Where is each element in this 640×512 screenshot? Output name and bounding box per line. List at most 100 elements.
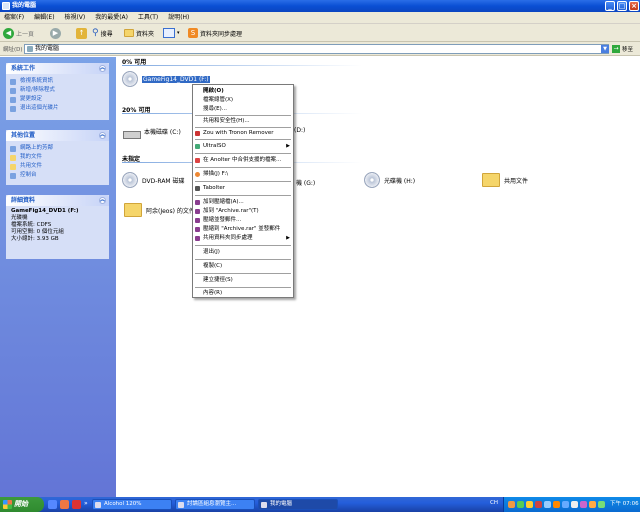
details-fs: 檔案系統: CDFS (11, 222, 52, 228)
drive-g-item[interactable]: 機 (G:) (296, 178, 315, 187)
language-indicator[interactable]: CH (490, 500, 498, 506)
browser-icon (178, 502, 184, 508)
menu-item-compress-rar-email[interactable]: 壓縮到 "Archive.rar" 並發郵件 (193, 225, 293, 234)
menu-view[interactable]: 檢視(V) (60, 12, 89, 24)
start-button[interactable]: 開始 (0, 497, 44, 512)
my-documents-link[interactable]: 我的文件 (6, 153, 109, 162)
shared-documents-item[interactable]: 共用文件 (482, 173, 528, 187)
change-settings-link[interactable]: 變更設定 (6, 95, 109, 104)
programs-icon (10, 88, 16, 94)
menu-item-open[interactable]: 開啟(O) (193, 87, 293, 96)
other-places-panel: 其他位置 ︽ 網路上的芳鄰 我的文件 共用文件 控制台 (6, 130, 109, 185)
submenu-arrow-icon: ▶ (286, 235, 290, 241)
menu-help[interactable]: 說明(H) (164, 12, 193, 24)
menu-item-remover[interactable]: Zou with Tronon Remover (193, 129, 293, 138)
archive-icon (195, 218, 200, 223)
view-system-info-link[interactable]: 檢視系統資訊 (6, 77, 109, 86)
close-button[interactable]: × (629, 1, 639, 11)
menu-item-scan[interactable]: 掃描(J) F:\ (193, 170, 293, 179)
forward-button[interactable]: ▶ (50, 26, 61, 40)
chevron-down-icon: ▾ (177, 30, 180, 36)
chevron-right-icon[interactable]: » (84, 500, 88, 507)
menu-item-add-archive-rar[interactable]: 加到 "Archive.rar"(T) (193, 207, 293, 216)
minimize-button[interactable]: _ (605, 1, 615, 11)
system-tray: 下午 07:06 (503, 497, 640, 512)
task-my-computer[interactable]: 我的電腦 (258, 499, 338, 510)
up-arrow-icon: ↑ (76, 27, 87, 39)
panel-header[interactable]: 詳細資料 ︽ (6, 195, 109, 206)
tray-icon[interactable] (526, 501, 533, 508)
menu-edit[interactable]: 編輯(E) (30, 12, 58, 24)
menu-item-create-shortcut[interactable]: 建立捷徑(S) (193, 276, 293, 285)
back-button[interactable]: ◀ 上一頁 (3, 26, 34, 40)
tray-icon[interactable] (598, 501, 605, 508)
tray-icon[interactable] (589, 501, 596, 508)
address-input[interactable]: 我的電腦 (24, 44, 609, 54)
address-dropdown[interactable]: ▼ (601, 45, 609, 53)
system-tasks-panel: 系統工作 ︽ 檢視系統資訊 新增/移除程式 變更設定 退出這個光碟片 (6, 63, 109, 120)
computer-icon (2, 2, 10, 10)
collapse-icon[interactable]: ︽ (99, 132, 106, 139)
title-bar[interactable]: 我的電腦 _ □ × (0, 0, 640, 12)
tray-icon[interactable] (535, 501, 542, 508)
task-browser[interactable]: 討論區組息瀏覽主... (175, 499, 255, 510)
quicklaunch-ie-icon[interactable] (48, 500, 57, 509)
remover-icon (195, 131, 200, 136)
details-free: 可用空間: 0 個位元組 (11, 229, 64, 235)
menu-item-properties[interactable]: 內容(R) (193, 289, 293, 298)
menu-item-explore[interactable]: 檔案總管(X) (193, 96, 293, 105)
drive-d-item[interactable]: (D:) (294, 127, 305, 134)
quicklaunch-media-icon[interactable] (72, 500, 81, 509)
dvd-ram-item[interactable]: DVD-RAM 磁碟 (122, 172, 185, 188)
menu-file[interactable]: 檔案(F) (0, 12, 28, 24)
control-panel-icon (10, 173, 16, 179)
control-panel-link[interactable]: 控制台 (6, 171, 109, 180)
folder-sync-button[interactable]: S 資料夾同步處理 (188, 26, 242, 40)
info-icon (10, 79, 16, 85)
folder-icon (124, 203, 142, 217)
panel-header[interactable]: 系統工作 ︽ (6, 63, 109, 74)
quicklaunch-firefox-icon[interactable] (60, 500, 69, 509)
clock[interactable]: 下午 07:06 (610, 497, 639, 512)
network-places-link[interactable]: 網路上的芳鄰 (6, 144, 109, 153)
menu-item-add-archive[interactable]: 加到壓縮檔(A)... (193, 198, 293, 207)
user-documents-item[interactable]: 阿余(Jeos) 的文件 (124, 203, 195, 217)
menu-item-search[interactable]: 搜尋(E)... (193, 105, 293, 114)
add-remove-programs-link[interactable]: 新增/移除程式 (6, 86, 109, 95)
tray-icon[interactable] (544, 501, 551, 508)
menu-favorites[interactable]: 我的最愛(A) (91, 12, 132, 24)
menu-item-folder-sync[interactable]: 共用資料夾同步處理 ▶ (193, 234, 293, 243)
shared-documents-link[interactable]: 共用文件 (6, 162, 109, 171)
eject-disc-link[interactable]: 退出這個光碟片 (6, 104, 109, 113)
tray-icon[interactable] (553, 501, 560, 508)
tray-icon[interactable] (580, 501, 587, 508)
cd-drive-icon (364, 172, 380, 188)
drive-c-item[interactable]: 本機磁碟 (C:) (122, 123, 181, 139)
tray-icon[interactable] (517, 501, 524, 508)
explorer-window: 我的電腦 _ □ × 檔案(F) 編輯(E) 檢視(V) 我的最愛(A) 工具(… (0, 0, 640, 512)
menu-tools[interactable]: 工具(T) (134, 12, 162, 24)
tray-icon[interactable] (562, 501, 569, 508)
collapse-icon[interactable]: ︽ (99, 197, 106, 204)
collapse-icon[interactable]: ︽ (99, 65, 106, 72)
merge-icon (195, 158, 200, 163)
folders-button[interactable]: 資料夾 (124, 26, 154, 40)
menu-item-compress-email[interactable]: 壓縮並發郵件... (193, 216, 293, 225)
tray-icon[interactable] (508, 501, 515, 508)
menu-item-ultraiso[interactable]: UltraISO ▶ (193, 142, 293, 151)
menu-item-sharing[interactable]: 共用和安全性(H)... (193, 117, 293, 126)
up-folder-button[interactable]: ↑ (76, 26, 87, 40)
drive-h-item[interactable]: 光碟機 (H:) (364, 172, 415, 188)
panel-header[interactable]: 其他位置 ︽ (6, 130, 109, 141)
go-button[interactable]: → 移至 (612, 44, 633, 54)
menu-item-eject[interactable]: 退出(J) (193, 248, 293, 257)
menu-separator (195, 181, 291, 182)
task-alcohol[interactable]: Alcohol 120% (92, 499, 172, 510)
menu-item-merge[interactable]: 在 Anolter 中合併支援的檔案... (193, 156, 293, 165)
views-button[interactable]: ▾ (163, 26, 180, 40)
search-button[interactable]: ⚲ 搜尋 (92, 26, 113, 40)
menu-item-copy[interactable]: 複製(C) (193, 262, 293, 271)
menu-item-tabolter[interactable]: Tabolter (193, 184, 293, 193)
maximize-button[interactable]: □ (617, 1, 627, 11)
tray-icon[interactable] (571, 501, 578, 508)
